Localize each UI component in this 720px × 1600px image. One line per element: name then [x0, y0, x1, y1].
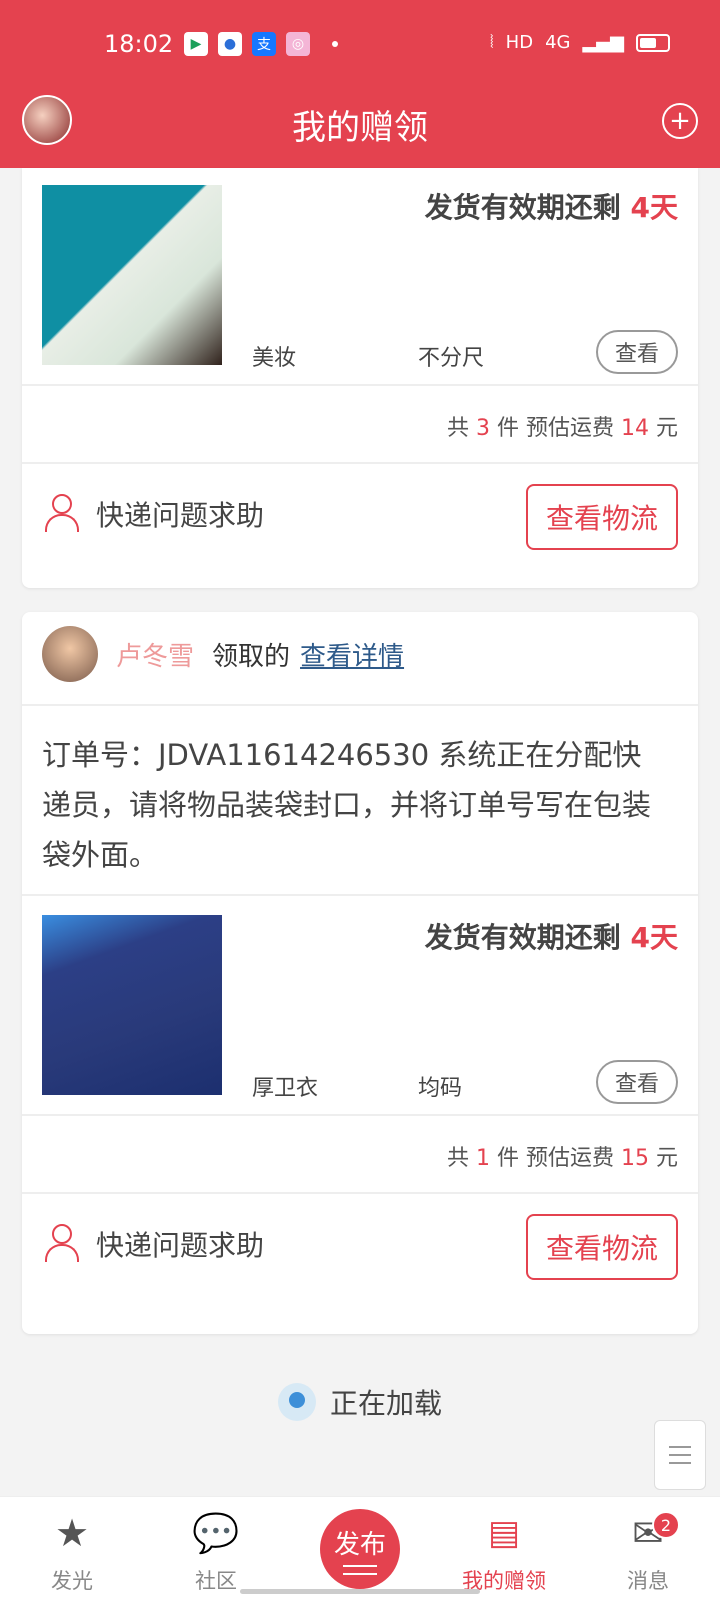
- summary-suffix: 元: [649, 1146, 678, 1171]
- network-label: HD: [505, 32, 534, 53]
- help-label: 快递问题求助: [96, 499, 265, 532]
- publish-label: 发布: [333, 1529, 386, 1560]
- scroll-handle[interactable]: [654, 1420, 706, 1490]
- express-help-link[interactable]: 快递问题求助: [44, 1224, 264, 1264]
- divider: [22, 894, 698, 896]
- divider: [22, 462, 698, 464]
- signal-label: 4G: [545, 32, 571, 53]
- nav-item-community[interactable]: 💬 社区: [144, 1497, 288, 1600]
- person-icon: [44, 494, 79, 534]
- message-badge: 2: [652, 1511, 680, 1539]
- play-store-icon: ▶: [184, 32, 208, 56]
- claimer-avatar[interactable]: [42, 626, 98, 682]
- camera-app-icon: ◎: [286, 32, 310, 56]
- nav-item-my-gifts[interactable]: ▤ 我的赠领: [432, 1497, 576, 1600]
- item-thumbnail[interactable]: [42, 185, 222, 365]
- claimer-action: 领取的: [212, 641, 291, 672]
- view-logistics-button[interactable]: 查看物流: [526, 1214, 678, 1280]
- summary-prefix: 共: [447, 1146, 477, 1171]
- gift-order-card: 发货有效期还剩 4天 美妆 不分尺 查看 共 3 件 预估运费 14 元 快递问…: [22, 168, 698, 588]
- gift-box-icon: ▤: [487, 1513, 521, 1553]
- status-indicators: ⦚ HD 4G ▂▄▆: [490, 32, 670, 53]
- alipay-icon: 支: [252, 32, 276, 56]
- summary-mid: 件 预估运费: [490, 1146, 621, 1171]
- view-logistics-button[interactable]: 查看物流: [526, 484, 678, 550]
- validity-days: 4天: [630, 921, 678, 954]
- bottom-nav: ★ 发光 💬 社区 发布 ▤ 我的赠领 ✉ 2 消息: [0, 1496, 720, 1600]
- divider: [22, 1192, 698, 1194]
- publish-button[interactable]: 发布: [320, 1509, 400, 1589]
- item-count: 1: [476, 1146, 491, 1171]
- nav-label: 消息: [627, 1569, 669, 1593]
- shipping-validity: 发货有效期还剩 4天: [425, 186, 678, 226]
- item-count: 3: [476, 416, 491, 441]
- battery-icon: [636, 33, 670, 52]
- shipping-fee: 14: [621, 416, 649, 441]
- loading-label: 正在加载: [329, 1387, 442, 1420]
- status-bar: 18:02 ▶ ● 支 ◎ ⦚ HD 4G ▂▄▆: [0, 26, 720, 66]
- signal-icon: ▂▄▆: [582, 32, 624, 53]
- divider: [22, 384, 698, 386]
- help-label: 快递问题求助: [96, 1229, 265, 1262]
- nav-label: 发光: [51, 1569, 93, 1593]
- order-instructions: 订单号：JDVA11614246530 系统正在分配快递员，请将物品装袋封口，并…: [42, 738, 652, 872]
- item-size: 不分尺: [418, 346, 485, 371]
- validity-days: 4天: [630, 191, 678, 224]
- loading-icon: [277, 1383, 316, 1421]
- gift-order-card: 卢冬雪 领取的 查看详情 订单号：JDVA11614246530 系统正在分配快…: [22, 612, 698, 1334]
- chat-icon: 💬: [192, 1511, 240, 1555]
- status-app-icons: ▶ ● 支 ◎: [184, 32, 338, 56]
- loading-indicator: 正在加载: [0, 1382, 720, 1422]
- plus-circle-icon[interactable]: +: [662, 103, 698, 139]
- validity-label: 发货有效期还剩: [424, 191, 631, 224]
- more-notifications-dot: [332, 41, 338, 47]
- divider: [22, 1114, 698, 1116]
- nav-item-messages[interactable]: ✉ 2 消息: [576, 1497, 720, 1600]
- express-help-link[interactable]: 快递问题求助: [44, 494, 264, 534]
- order-summary: 共 3 件 预估运费 14 元: [447, 410, 678, 442]
- item-name: 厚卫衣: [252, 1076, 319, 1101]
- claimer-name[interactable]: 卢冬雪: [116, 636, 194, 673]
- view-details-link[interactable]: 查看详情: [300, 636, 404, 673]
- nav-item-faguang[interactable]: ★ 发光: [0, 1497, 144, 1600]
- summary-suffix: 元: [649, 416, 678, 441]
- home-indicator[interactable]: [240, 1589, 480, 1594]
- star-icon: ★: [54, 1511, 90, 1555]
- view-item-button[interactable]: 查看: [596, 1060, 678, 1104]
- app-header: 18:02 ▶ ● 支 ◎ ⦚ HD 4G ▂▄▆ 我的赠领 +: [0, 0, 720, 168]
- app-notification-icon: ●: [218, 32, 242, 56]
- shipping-fee: 15: [621, 1146, 649, 1171]
- page-title: 我的赠领: [292, 108, 428, 148]
- item-size: 均码: [418, 1076, 463, 1101]
- summary-prefix: 共: [447, 416, 477, 441]
- view-item-button[interactable]: 查看: [596, 330, 678, 374]
- vibrate-icon: ⦚: [489, 32, 494, 53]
- order-summary: 共 1 件 预估运费 15 元: [447, 1140, 678, 1172]
- shipping-validity: 发货有效期还剩 4天: [425, 916, 678, 956]
- claimer-row: 卢冬雪 领取的 查看详情: [42, 626, 404, 682]
- publish-icon: [343, 1564, 377, 1575]
- validity-label: 发货有效期还剩: [424, 921, 631, 954]
- summary-mid: 件 预估运费: [490, 416, 621, 441]
- status-time: 18:02: [104, 30, 174, 58]
- nav-label: 社区: [195, 1569, 237, 1593]
- item-thumbnail[interactable]: [42, 915, 222, 1095]
- item-name: 美妆: [252, 346, 297, 371]
- divider: [22, 704, 698, 706]
- person-icon: [44, 1224, 79, 1264]
